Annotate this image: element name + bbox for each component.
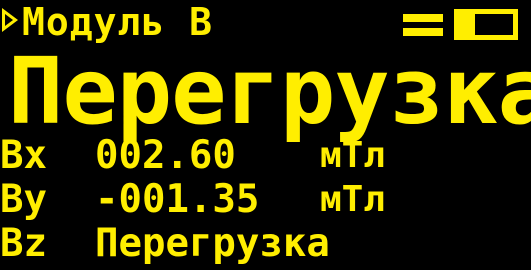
axis-unit-by: мТл: [320, 179, 386, 220]
axis-label-by: By: [0, 177, 47, 222]
axis-label-bz: Bz: [0, 221, 47, 266]
battery-fill: [459, 14, 476, 35]
axis-value-bx: 002.60: [95, 133, 236, 178]
display-screen: Модуль В Перегрузка Bx 002.60 мТл By -00…: [0, 0, 531, 270]
axis-unit-bx: мТл: [320, 135, 386, 176]
status-main-text: Перегрузка: [8, 38, 531, 145]
axis-value-bz: Перегрузка: [95, 221, 330, 266]
axis-label-bx: Bx: [0, 133, 47, 178]
axis-value-by: -001.35: [95, 177, 260, 222]
equals-icon: [403, 14, 443, 36]
battery-icon: [454, 9, 518, 40]
play-triangle-icon: [2, 8, 18, 32]
